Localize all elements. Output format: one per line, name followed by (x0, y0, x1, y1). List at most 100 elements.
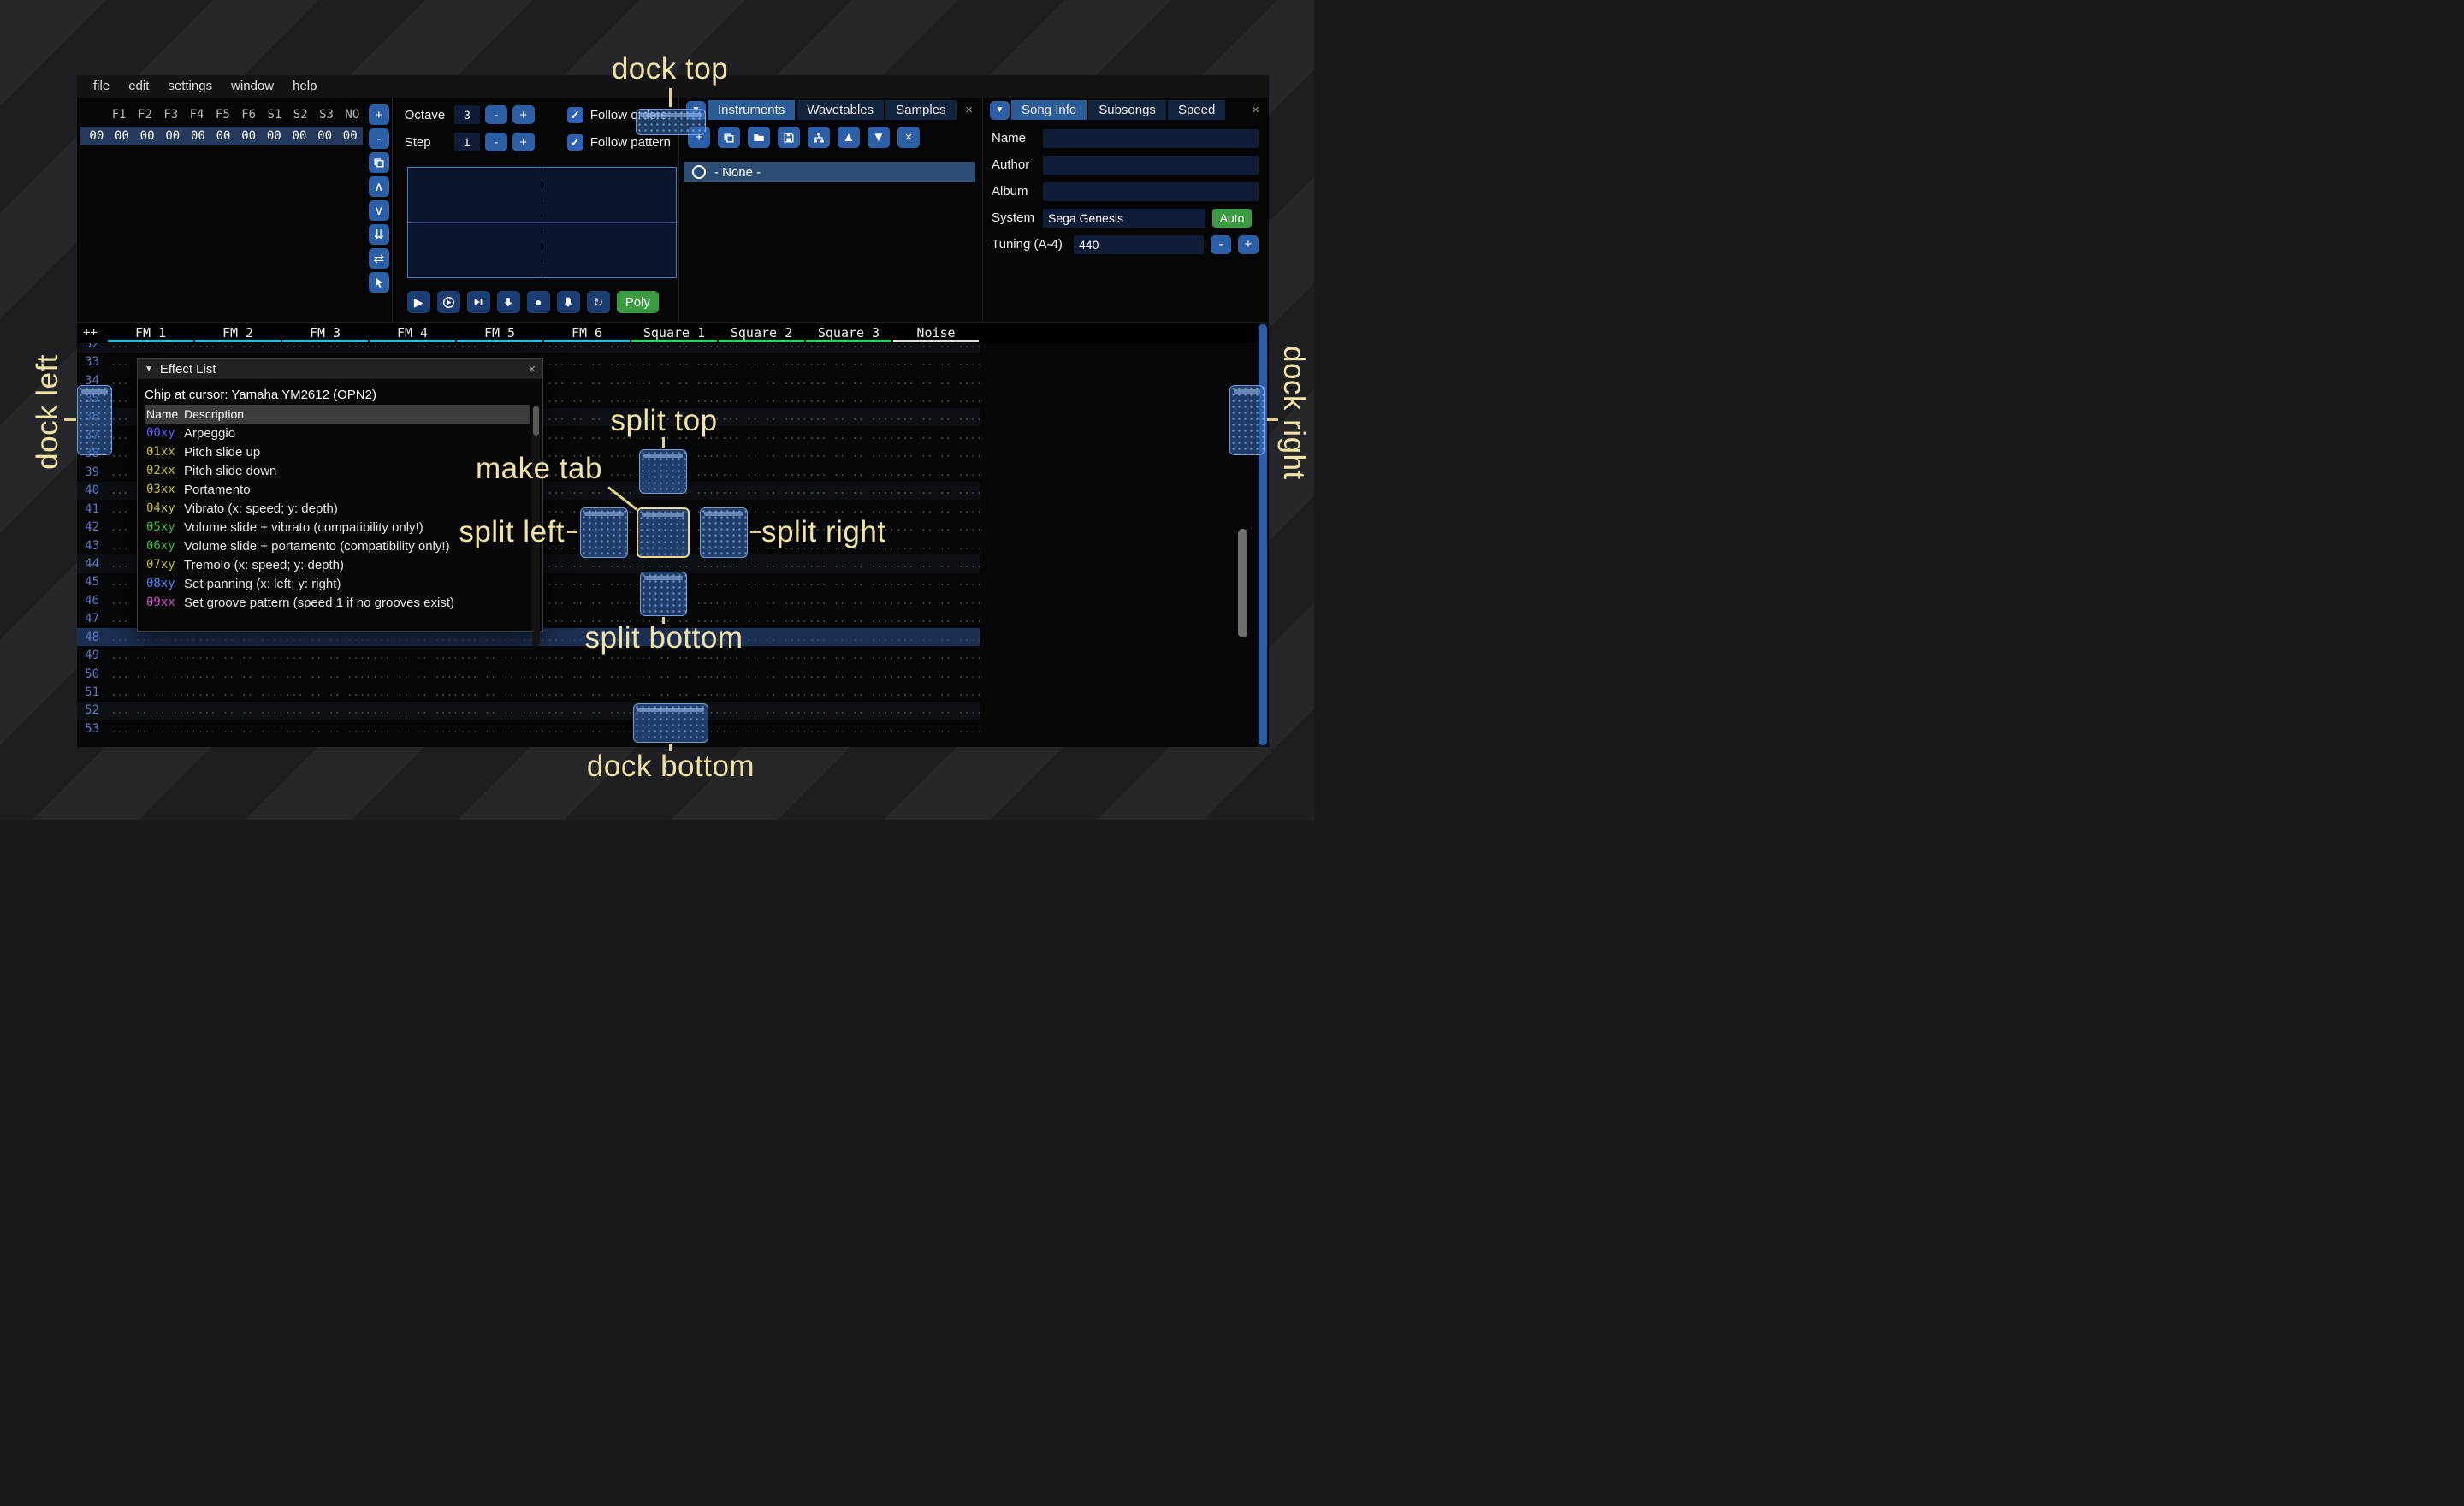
pattern-cell[interactable]: ... .. .. .... (456, 649, 543, 661)
pattern-cell[interactable]: ... .. .. .... (369, 649, 456, 661)
duplicate-order-end-button[interactable]: ⇊ (369, 224, 389, 245)
drop-target-dock-top[interactable] (636, 109, 706, 135)
tuning-input[interactable] (1074, 235, 1204, 254)
drop-target-make-tab[interactable] (637, 507, 690, 558)
order-cell[interactable]: 00 (210, 129, 236, 143)
pattern-cell[interactable]: ... .. .. .... (281, 704, 369, 716)
metronome-button[interactable] (557, 291, 580, 313)
drop-target-split-top[interactable] (639, 449, 687, 494)
pattern-cell[interactable]: ... .. .. .... (718, 430, 805, 442)
pattern-cell[interactable]: ... .. .. .... (892, 411, 980, 423)
pattern-cell[interactable]: ... .. .. .... (892, 613, 980, 625)
step-increase-button[interactable]: + (512, 133, 535, 151)
tuning-increase-button[interactable]: + (1238, 235, 1259, 254)
step-row-button[interactable] (497, 291, 520, 313)
poly-button[interactable]: Poly (617, 291, 659, 313)
pattern-cell[interactable]: ... .. .. .... (194, 649, 281, 661)
drop-target-dock-right[interactable] (1229, 385, 1265, 455)
octave-input[interactable]: 3 (454, 105, 480, 124)
menu-settings[interactable]: settings (158, 75, 222, 98)
pattern-cell[interactable]: ... .. .. .... (892, 595, 980, 607)
remove-order-button[interactable]: - (369, 128, 389, 149)
effect-list-item[interactable]: 01xxPitch slide up (145, 442, 530, 461)
pattern-cell[interactable]: ... .. .. .... (892, 356, 980, 368)
pattern-cell[interactable]: ... .. .. .... (718, 448, 805, 460)
channel-header-fm-3[interactable]: FM 3 (281, 323, 369, 343)
pattern-cell[interactable]: ... .. .. .... (892, 558, 980, 570)
pattern-cell[interactable]: ... .. .. .... (543, 686, 631, 698)
pattern-cell[interactable]: ... .. .. .... (456, 686, 543, 698)
pattern-cell[interactable]: ... .. .. .... (892, 668, 980, 680)
effect-list-scrollbar-thumb[interactable] (533, 406, 539, 436)
duplicate-order-button[interactable] (369, 152, 389, 173)
pattern-cell[interactable]: ... .. .. .... (107, 631, 194, 643)
pattern-cell[interactable]: ... .. .. .... (892, 631, 980, 643)
pattern-cell[interactable]: ... .. .. .... (805, 411, 892, 423)
channel-header-square-2[interactable]: Square 2 (718, 323, 805, 343)
song-info-tab-speed[interactable]: Speed (1168, 100, 1225, 120)
effect-list-titlebar[interactable]: ▼ Effect List × (138, 359, 542, 379)
pattern-cell[interactable]: ... .. .. .... (805, 448, 892, 460)
pattern-cell[interactable]: ... .. .. .... (281, 631, 369, 643)
move-instrument-up-button[interactable]: ▲ (838, 127, 860, 148)
pattern-cell[interactable]: ... .. .. .... (805, 466, 892, 478)
pattern-cell[interactable]: ... .. .. .... (369, 668, 456, 680)
order-cell[interactable]: 00 (186, 129, 211, 143)
octave-increase-button[interactable]: + (512, 105, 535, 124)
order-cell[interactable]: 00 (160, 129, 186, 143)
pattern-cell[interactable]: ... .. .. .... (718, 484, 805, 496)
name-input[interactable] (1043, 129, 1259, 148)
order-cell[interactable]: 00 (287, 129, 312, 143)
order-cell[interactable]: 00 (337, 129, 363, 143)
pattern-cell[interactable]: ... .. .. .... (369, 686, 456, 698)
pattern-cell[interactable]: ... .. .. .... (543, 356, 631, 368)
orders-selected-row[interactable]: 0000000000000000000000 (80, 127, 363, 145)
pattern-cell[interactable]: ... .. .. .... (631, 356, 718, 368)
repeat-pattern-button[interactable]: ↻ (587, 291, 610, 313)
pattern-cell[interactable]: ... .. .. .... (805, 704, 892, 716)
song-info-close-button[interactable]: × (1249, 103, 1262, 117)
duplicate-instrument-button[interactable] (718, 127, 740, 148)
pattern-cell[interactable]: ... .. .. .... (631, 668, 718, 680)
pattern-cell[interactable]: ... .. .. .... (805, 558, 892, 570)
channel-header-fm-4[interactable]: FM 4 (369, 323, 456, 343)
pattern-cell[interactable]: ... .. .. .... (456, 704, 543, 716)
pattern-cell[interactable]: ... .. .. .... (718, 466, 805, 478)
pattern-cell[interactable]: ... .. .. .... (892, 503, 980, 515)
pattern-cell[interactable]: ... .. .. .... (281, 649, 369, 661)
pattern-cell[interactable]: ... .. .. .... (543, 375, 631, 387)
pattern-cell[interactable]: ... .. .. .... (369, 723, 456, 735)
pattern-cell[interactable]: ... .. .. .... (892, 723, 980, 735)
pattern-cell[interactable]: ... .. .. .... (456, 631, 543, 643)
song-info-tab-list-button[interactable]: ▼ (990, 101, 1010, 120)
menu-file[interactable]: file (84, 75, 119, 98)
instrument-folders-button[interactable] (808, 127, 830, 148)
play-from-cursor-button[interactable] (437, 291, 460, 313)
pattern-cell[interactable]: ... .. .. .... (543, 393, 631, 405)
pattern-cell[interactable]: ... .. .. .... (456, 668, 543, 680)
pattern-cell[interactable]: ... .. .. .... (281, 723, 369, 735)
open-instrument-button[interactable] (748, 127, 770, 148)
move-order-up-button[interactable]: ∧ (369, 176, 389, 197)
pattern-cell[interactable]: ... .. .. .... (805, 668, 892, 680)
pattern-cell[interactable]: ... .. .. .... (805, 430, 892, 442)
pattern-cell[interactable]: ... .. .. .... (892, 540, 980, 552)
instrument-list-item[interactable]: - None - (684, 162, 975, 182)
pattern-cell[interactable]: ... .. .. .... (194, 668, 281, 680)
follow-orders-checkbox[interactable]: ✓ (567, 107, 583, 123)
pattern-cell[interactable]: ... .. .. .... (194, 704, 281, 716)
menu-edit[interactable]: edit (119, 75, 158, 98)
move-instrument-down-button[interactable]: ▼ (868, 127, 890, 148)
pattern-cell[interactable]: ... .. .. .... (805, 503, 892, 515)
pattern-cell[interactable]: ... .. .. .... (543, 576, 631, 588)
channel-header-fm-1[interactable]: FM 1 (107, 323, 194, 343)
menu-help[interactable]: help (283, 75, 326, 98)
channel-header-square-1[interactable]: Square 1 (631, 323, 718, 343)
pattern-cell[interactable]: ... .. .. .... (543, 723, 631, 735)
effect-list-item[interactable]: 09xxSet groove pattern (speed 1 if no gr… (145, 593, 530, 612)
author-input[interactable] (1043, 156, 1259, 175)
song-info-tab-song-info[interactable]: Song Info (1011, 100, 1087, 120)
album-input[interactable] (1043, 182, 1259, 201)
pattern-cell[interactable]: ... .. .. .... (805, 356, 892, 368)
channel-header-fm-6[interactable]: FM 6 (543, 323, 631, 343)
